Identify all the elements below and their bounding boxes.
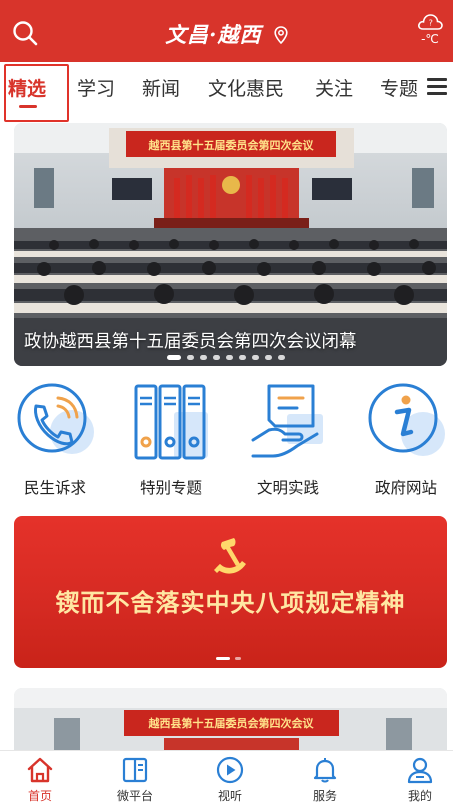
news-card-thumbnail[interactable]: 越西县第十五届委员会第四次会议: [14, 688, 447, 758]
service-label: 特别专题: [139, 479, 202, 497]
carousel-dot[interactable]: [239, 355, 246, 360]
nav-mine[interactable]: 我的: [390, 756, 450, 804]
hand-document-icon: [251, 384, 323, 458]
tab-culture[interactable]: 文化惠民: [208, 74, 284, 101]
hall-banner-text: 越西县第十五届委员会第四次会议: [148, 138, 315, 152]
service-government-website[interactable]: 政府网站: [351, 380, 453, 498]
tab-news[interactable]: 新闻: [142, 74, 180, 101]
service-label: 政府网站: [374, 479, 437, 497]
play-icon: [216, 756, 244, 784]
nav-label: 视听: [217, 789, 242, 803]
brand-text: 文昌·越西: [165, 22, 262, 47]
service-label: 民生诉求: [23, 479, 86, 497]
carousel-dot[interactable]: [226, 355, 233, 360]
carousel-dot[interactable]: [200, 355, 207, 360]
promo-title: 锲而不舍落实中央八项规定精神: [55, 588, 406, 617]
party-discipline-banner[interactable]: 锲而不舍落实中央八项规定精神: [14, 516, 447, 668]
hall-banner-text: 越西县第十五届委员会第四次会议: [148, 716, 315, 730]
carousel-dot[interactable]: [213, 355, 220, 360]
promo-carousel-dots: [216, 657, 241, 660]
bell-icon: [313, 758, 337, 783]
meeting-hall-photo: 越西县第十五届委员会第四次会议: [14, 688, 447, 758]
nav-label: 首页: [27, 789, 52, 803]
service-civilization-practice[interactable]: 文明实践: [233, 380, 343, 498]
home-icon: [27, 757, 53, 783]
party-emblem-icon: [214, 538, 246, 574]
app-brand-logo: 文昌·越西: [0, 19, 453, 49]
carousel-dot[interactable]: [278, 355, 285, 360]
nav-label: 服务: [312, 789, 337, 803]
news-banner-carousel[interactable]: 越西县第十五届委员会第四次会议 政协越西县第十五届委员会第四次会议闭幕: [14, 123, 447, 366]
app-header: 文昌·越西 ? -℃: [0, 0, 453, 62]
location-pin-icon[interactable]: [274, 26, 288, 44]
carousel-dots: [167, 355, 285, 360]
tab-special[interactable]: 专题: [380, 74, 418, 101]
binders-icon: [134, 384, 208, 460]
temperature-text: -℃: [421, 32, 439, 46]
promo-dot-active[interactable]: [216, 657, 230, 660]
book-icon: [122, 757, 148, 783]
nav-service[interactable]: 服务: [295, 756, 355, 804]
carousel-dot-active[interactable]: [167, 355, 181, 360]
weather-cloud-icon: ?: [418, 14, 443, 30]
tab-follow[interactable]: 关注: [315, 74, 353, 101]
active-tab-underline: [19, 105, 37, 108]
service-livelihood[interactable]: 民生诉求: [0, 380, 110, 498]
carousel-dot[interactable]: [252, 355, 259, 360]
promo-dot[interactable]: [235, 657, 241, 660]
carousel-dot[interactable]: [187, 355, 194, 360]
nav-label: 我的: [407, 789, 432, 803]
tab-study[interactable]: 学习: [77, 74, 115, 101]
user-icon: [407, 757, 433, 784]
info-icon: [368, 383, 445, 456]
nav-micro-platform[interactable]: 微平台: [105, 756, 165, 804]
weather-level-text: ?: [429, 19, 433, 28]
weather-widget[interactable]: ? -℃: [415, 10, 445, 46]
service-shortcuts: 民生诉求 特别专题 文明实践 政府网站: [0, 380, 453, 500]
service-special-topics[interactable]: 特别专题: [116, 380, 226, 498]
category-tabs: 精选 学习 新闻 文化惠民 关注 专题: [0, 62, 453, 122]
banner-caption[interactable]: 政协越西县第十五届委员会第四次会议闭幕: [24, 328, 357, 353]
nav-home[interactable]: 首页: [10, 756, 70, 804]
menu-icon[interactable]: [427, 78, 447, 96]
bottom-navigation: 首页 微平台 视听 服务 我的: [0, 750, 453, 809]
nav-label: 微平台: [116, 789, 153, 803]
nav-audio-video[interactable]: 视听: [200, 756, 260, 804]
service-label: 文明实践: [256, 479, 319, 497]
phone-bubble-icon: [17, 383, 94, 454]
tab-featured[interactable]: 精选: [8, 74, 46, 101]
carousel-dot[interactable]: [265, 355, 272, 360]
